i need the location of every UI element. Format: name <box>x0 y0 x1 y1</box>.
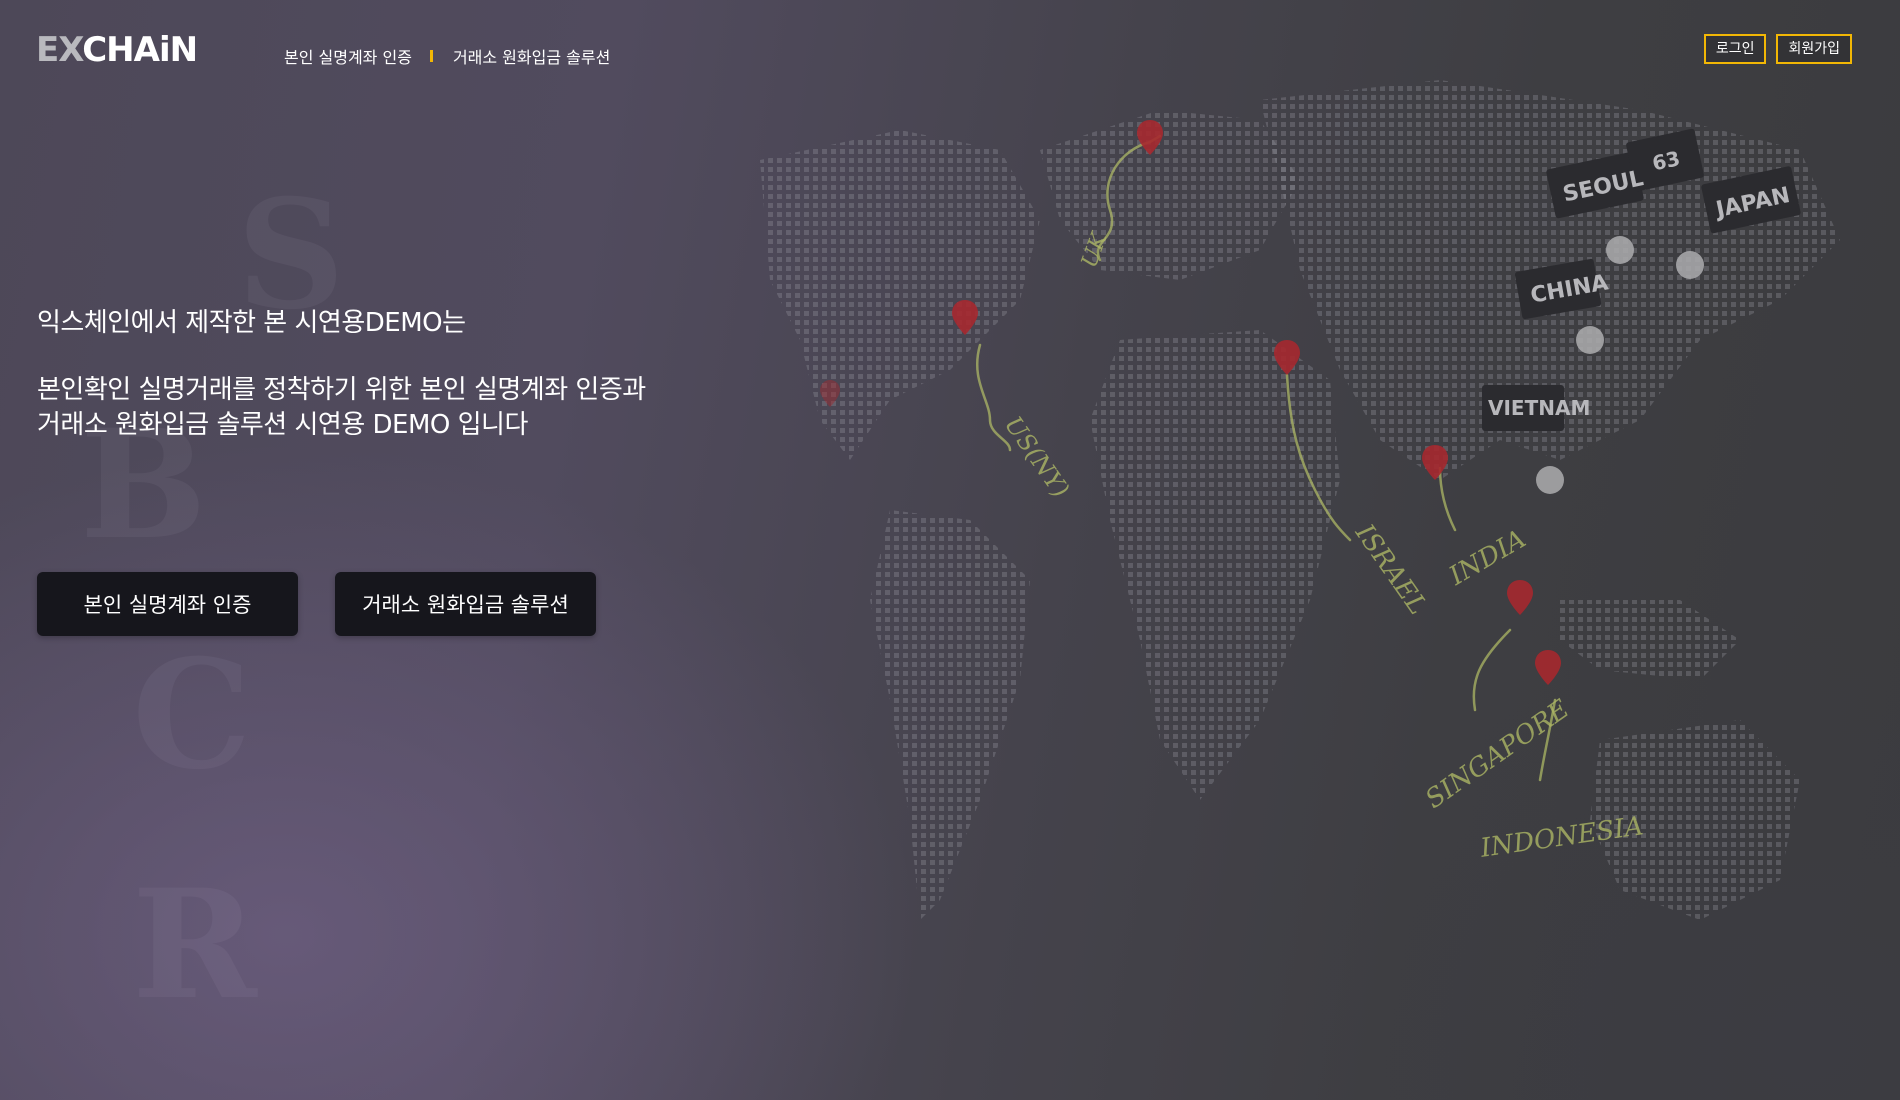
main-nav: 본인 실명계좌 인증 거래소 원화입금 솔루션 <box>284 44 610 68</box>
signup-button[interactable]: 회원가입 <box>1776 34 1852 64</box>
krw-deposit-solution-button[interactable]: 거래소 원화입금 솔루션 <box>335 572 596 636</box>
map-label-us: US(NY) <box>999 411 1075 503</box>
landing-page: S B C R SEOUL 63 JAPAN CHINA VIETNAM UK … <box>0 0 1900 1100</box>
hero-intro: 익스체인에서 제작한 본 시연용DEMO는 <box>37 308 466 338</box>
world-map-illustration: SEOUL 63 JAPAN CHINA VIETNAM UK US(NY) I… <box>760 80 1840 920</box>
site-header: EXCHAiN 본인 실명계좌 인증 거래소 원화입금 솔루션 로그인 회원가입 <box>0 0 1900 100</box>
continent-dots <box>760 80 1840 920</box>
map-label-singapore: SINGAPORE <box>1420 694 1575 815</box>
account-verification-button[interactable]: 본인 실명계좌 인증 <box>37 572 298 636</box>
logo-ex: EX <box>36 30 83 70</box>
logo-chain: CHAiN <box>82 30 198 70</box>
login-button[interactable]: 로그인 <box>1703 34 1767 64</box>
hero-description-line-1: 본인확인 실명거래를 정착하기 위한 본인 실명계좌 인증과 <box>37 375 646 405</box>
nav-item-account-verification[interactable]: 본인 실명계좌 인증 <box>284 44 412 68</box>
nav-item-krw-deposit-solution[interactable]: 거래소 원화입금 솔루션 <box>453 44 610 68</box>
exchain-logo[interactable]: EXCHAiN <box>36 30 198 70</box>
hero-section: 익스체인에서 제작한 본 시연용DEMO는 본인확인 실명거래를 정착하기 위한… <box>37 306 646 443</box>
cta-buttons: 본인 실명계좌 인증 거래소 원화입금 솔루션 <box>37 572 596 636</box>
map-label-vietnam: VIETNAM <box>1488 396 1590 420</box>
nav-separator <box>429 50 433 62</box>
auth-buttons: 로그인 회원가입 <box>1703 34 1852 64</box>
hero-description-line-2: 거래소 원화입금 솔루션 시연용 DEMO 입니다 <box>37 410 528 440</box>
map-label-israel: ISRAEL <box>1349 518 1433 620</box>
